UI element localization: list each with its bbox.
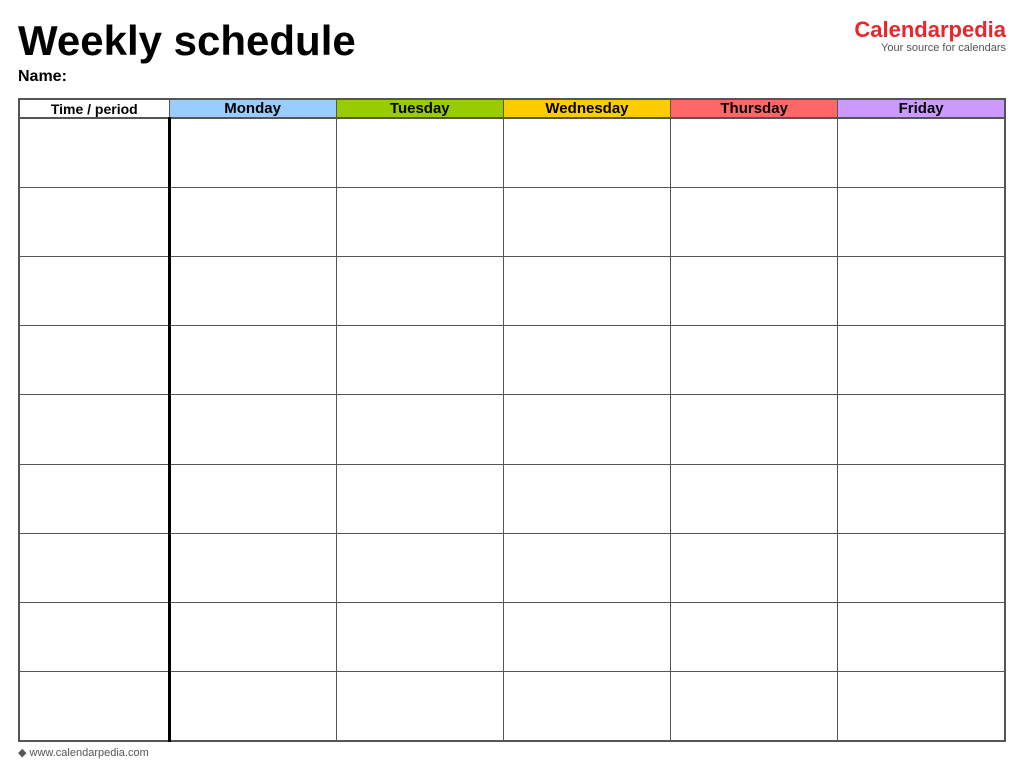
wednesday-cell[interactable]	[503, 257, 670, 326]
tuesday-cell[interactable]	[336, 464, 503, 533]
table-row	[19, 187, 1005, 256]
time-cell[interactable]	[19, 533, 169, 602]
tuesday-cell[interactable]	[336, 533, 503, 602]
time-cell[interactable]	[19, 187, 169, 256]
page: Weekly schedule Name: Calendarpedia Your…	[0, 0, 1024, 773]
thursday-cell[interactable]	[671, 603, 838, 672]
tuesday-cell[interactable]	[336, 257, 503, 326]
table-row	[19, 464, 1005, 533]
time-cell[interactable]	[19, 672, 169, 741]
thursday-cell[interactable]	[671, 533, 838, 602]
tuesday-cell[interactable]	[336, 118, 503, 187]
logo-text-accent: pedia	[949, 17, 1006, 42]
time-cell[interactable]	[19, 118, 169, 187]
table-row	[19, 257, 1005, 326]
time-cell[interactable]	[19, 464, 169, 533]
tuesday-cell[interactable]	[336, 672, 503, 741]
friday-cell[interactable]	[838, 326, 1005, 395]
table-row	[19, 603, 1005, 672]
name-label: Name:	[18, 68, 356, 86]
monday-cell[interactable]	[169, 603, 336, 672]
thursday-cell[interactable]	[671, 672, 838, 741]
tuesday-cell[interactable]	[336, 326, 503, 395]
schedule-table-container: Time / period Monday Tuesday Wednesday T…	[18, 98, 1006, 742]
wednesday-cell[interactable]	[503, 326, 670, 395]
monday-cell[interactable]	[169, 187, 336, 256]
col-header-friday: Friday	[838, 99, 1005, 118]
wednesday-cell[interactable]	[503, 118, 670, 187]
thursday-cell[interactable]	[671, 326, 838, 395]
friday-cell[interactable]	[838, 187, 1005, 256]
monday-cell[interactable]	[169, 464, 336, 533]
thursday-cell[interactable]	[671, 187, 838, 256]
table-row	[19, 533, 1005, 602]
time-cell[interactable]	[19, 257, 169, 326]
monday-cell[interactable]	[169, 672, 336, 741]
monday-cell[interactable]	[169, 257, 336, 326]
monday-cell[interactable]	[169, 395, 336, 464]
wednesday-cell[interactable]	[503, 533, 670, 602]
page-title: Weekly schedule	[18, 18, 356, 64]
thursday-cell[interactable]	[671, 395, 838, 464]
tuesday-cell[interactable]	[336, 395, 503, 464]
header: Weekly schedule Name: Calendarpedia Your…	[18, 18, 1006, 86]
logo-section: Calendarpedia Your source for calendars	[854, 18, 1006, 54]
friday-cell[interactable]	[838, 464, 1005, 533]
table-row	[19, 118, 1005, 187]
schedule-table: Time / period Monday Tuesday Wednesday T…	[18, 98, 1006, 742]
col-header-tuesday: Tuesday	[336, 99, 503, 118]
friday-cell[interactable]	[838, 672, 1005, 741]
header-row: Time / period Monday Tuesday Wednesday T…	[19, 99, 1005, 118]
time-cell[interactable]	[19, 395, 169, 464]
friday-cell[interactable]	[838, 533, 1005, 602]
title-section: Weekly schedule Name:	[18, 18, 356, 86]
monday-cell[interactable]	[169, 533, 336, 602]
logo-text-before: Calendar	[854, 17, 948, 42]
col-header-thursday: Thursday	[671, 99, 838, 118]
footer-url: www.calendarpedia.com	[30, 747, 149, 759]
friday-cell[interactable]	[838, 257, 1005, 326]
friday-cell[interactable]	[838, 603, 1005, 672]
col-header-wednesday: Wednesday	[503, 99, 670, 118]
table-row	[19, 326, 1005, 395]
wednesday-cell[interactable]	[503, 464, 670, 533]
col-header-monday: Monday	[169, 99, 336, 118]
time-cell[interactable]	[19, 603, 169, 672]
thursday-cell[interactable]	[671, 118, 838, 187]
logo-subtitle: Your source for calendars	[881, 42, 1006, 54]
table-row	[19, 395, 1005, 464]
wednesday-cell[interactable]	[503, 672, 670, 741]
time-cell[interactable]	[19, 326, 169, 395]
wednesday-cell[interactable]	[503, 395, 670, 464]
thursday-cell[interactable]	[671, 464, 838, 533]
tuesday-cell[interactable]	[336, 603, 503, 672]
col-header-time: Time / period	[19, 99, 169, 118]
friday-cell[interactable]	[838, 395, 1005, 464]
monday-cell[interactable]	[169, 326, 336, 395]
friday-cell[interactable]	[838, 118, 1005, 187]
monday-cell[interactable]	[169, 118, 336, 187]
footer: ◆ www.calendarpedia.com	[18, 746, 1006, 759]
logo-text: Calendarpedia	[854, 18, 1006, 42]
table-row	[19, 672, 1005, 741]
wednesday-cell[interactable]	[503, 603, 670, 672]
wednesday-cell[interactable]	[503, 187, 670, 256]
thursday-cell[interactable]	[671, 257, 838, 326]
tuesday-cell[interactable]	[336, 187, 503, 256]
